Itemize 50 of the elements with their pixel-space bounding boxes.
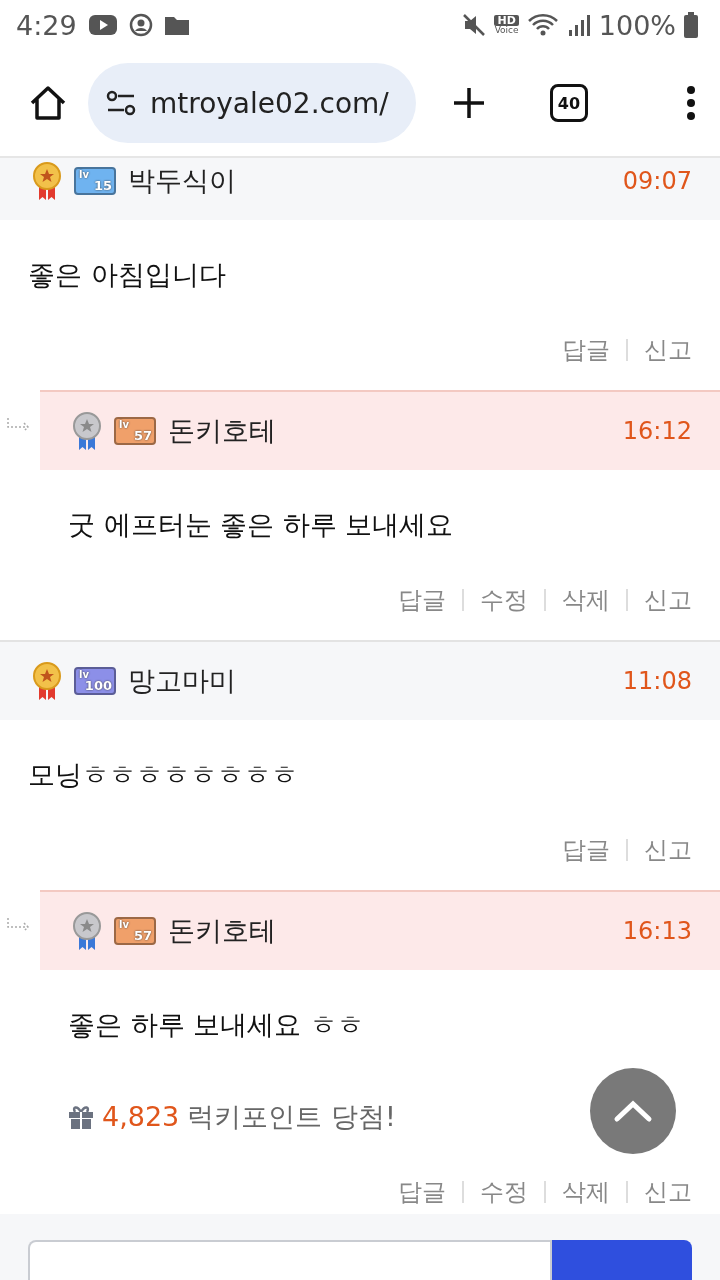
- lucky-points: 4,823: [102, 1100, 180, 1134]
- battery-icon: [684, 12, 698, 38]
- address-bar[interactable]: mtroyale02.com/: [88, 63, 416, 143]
- author-name[interactable]: 돈키호테: [168, 413, 276, 449]
- reply-arrow-icon: [6, 418, 32, 432]
- wifi-icon: [526, 13, 559, 37]
- account-icon: [128, 13, 153, 37]
- gift-icon: [68, 1104, 94, 1130]
- comment-action-link[interactable]: 신고: [644, 586, 692, 614]
- chevron-up-icon: [613, 1099, 653, 1123]
- comment-time: 11:08: [622, 667, 692, 695]
- comment-time: 16:13: [622, 917, 692, 945]
- comment-action-link[interactable]: 수정: [480, 1178, 528, 1206]
- comment-text: 좋은 하루 보내세요 ㅎㅎ: [67, 1008, 365, 1042]
- level-badge: lv 57: [114, 417, 156, 445]
- reply-arrow-icon: [6, 918, 32, 932]
- author-name[interactable]: 망고마미: [128, 663, 236, 699]
- folder-icon: [164, 15, 189, 35]
- site-settings-icon[interactable]: [106, 90, 136, 116]
- comment-action-link[interactable]: 신고: [644, 1178, 692, 1206]
- comment-action-link[interactable]: 답글: [398, 586, 446, 614]
- level-badge: lv 100: [74, 667, 116, 695]
- lucky-points-label: 럭키포인트 당첨!: [187, 1100, 396, 1134]
- home-button[interactable]: [28, 83, 68, 123]
- clock-time: 4:29: [16, 9, 77, 41]
- mute-icon: [462, 13, 487, 37]
- menu-icon[interactable]: [686, 85, 696, 121]
- comment-text: 좋은 아침입니다: [27, 258, 227, 292]
- new-tab-button[interactable]: [452, 86, 486, 120]
- tab-count-button[interactable]: 40: [550, 84, 588, 122]
- comment-action-link[interactable]: 신고: [644, 336, 692, 364]
- level-badge: lv 15: [74, 167, 116, 195]
- author-name[interactable]: 박두식이: [128, 163, 236, 199]
- author-name[interactable]: 돈키호테: [168, 913, 276, 949]
- comment-text: 모닝ㅎㅎㅎㅎㅎㅎㅎㅎ: [27, 758, 299, 792]
- comment-action-link[interactable]: 답글: [562, 836, 610, 864]
- battery-percent: 100%: [598, 9, 676, 41]
- comment-action-link[interactable]: 삭제: [562, 586, 610, 614]
- signal-icon: [566, 13, 591, 37]
- comment-time: 09:07: [622, 167, 692, 195]
- level-badge: lv 57: [114, 917, 156, 945]
- comment-action-link[interactable]: 답글: [398, 1178, 446, 1206]
- comment-action-link[interactable]: 수정: [480, 586, 528, 614]
- play-icon: [88, 15, 117, 35]
- comment-time: 16:12: [622, 417, 692, 445]
- comment-text: 굿 에프터눈 좋은 하루 보내세요: [67, 508, 455, 542]
- comment-input-field[interactable]: [28, 1240, 552, 1280]
- comment-action-link[interactable]: 신고: [644, 836, 692, 864]
- comment-action-link[interactable]: 답글: [562, 336, 610, 364]
- comment-action-link[interactable]: 삭제: [562, 1178, 610, 1206]
